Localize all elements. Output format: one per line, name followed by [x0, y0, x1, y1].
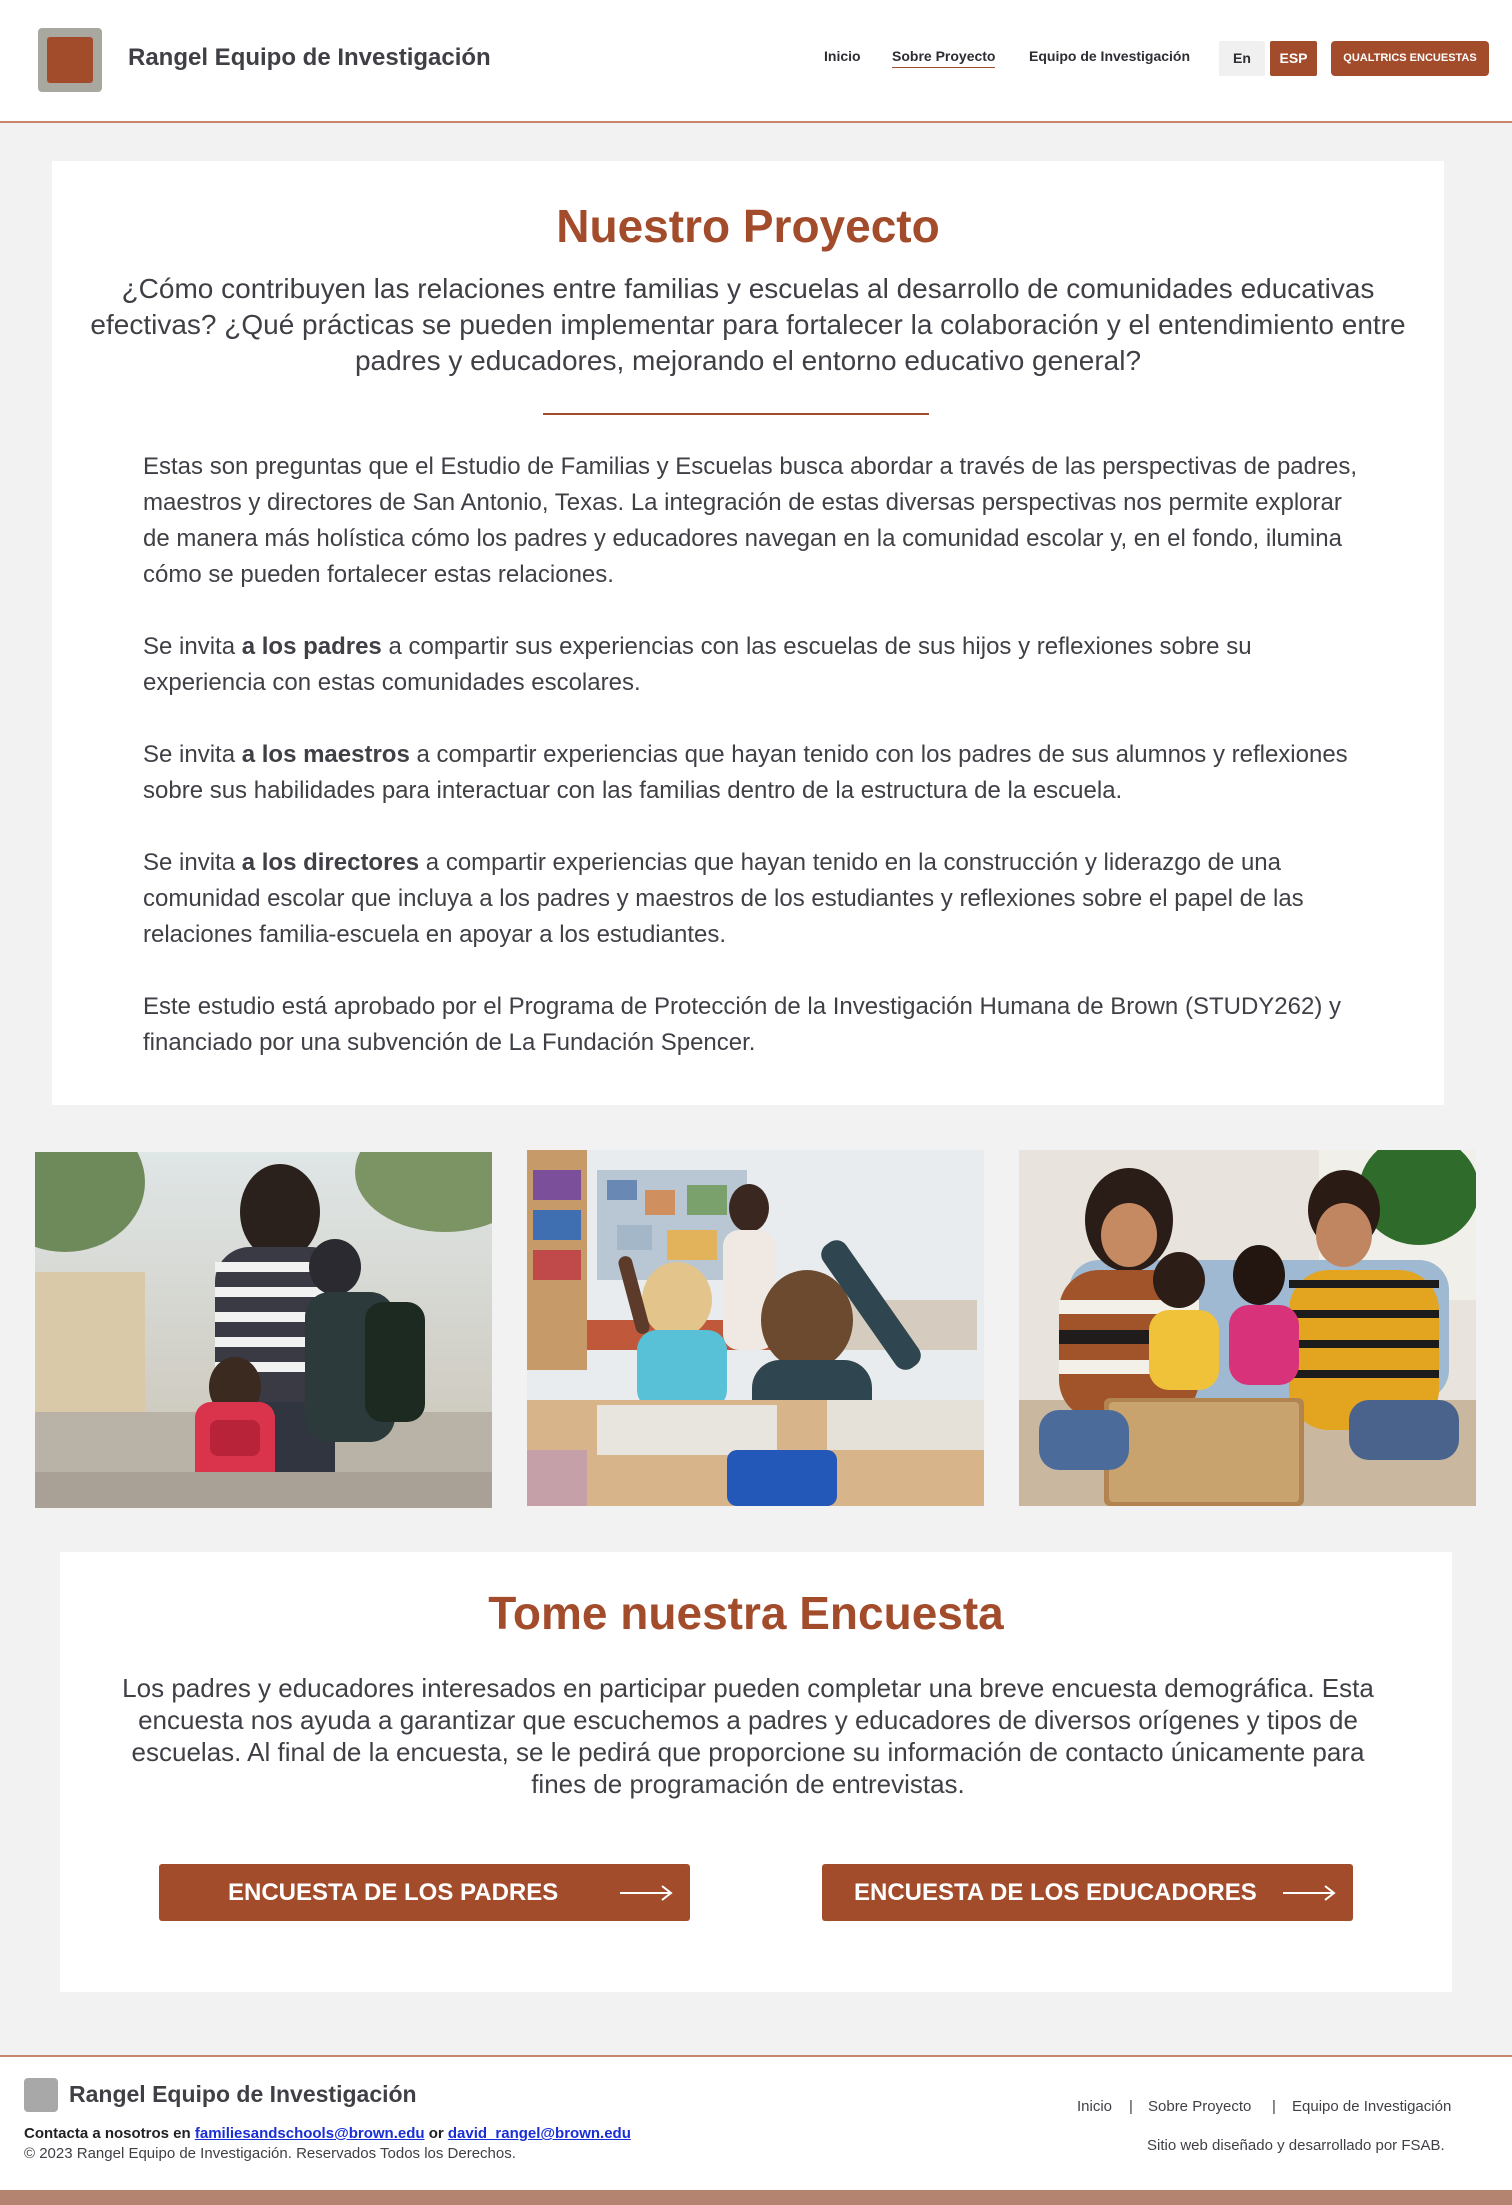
- teachers-bold: a los maestros: [241, 741, 410, 768]
- contact-prefix: Contacta a nosotros en: [24, 2125, 195, 2142]
- educators-survey-button[interactable]: ENCUESTA DE LOS EDUCADORES: [822, 1864, 1353, 1921]
- survey-section: Tome nuestra Encuesta Los padres y educa…: [60, 1552, 1452, 1992]
- language-en-button[interactable]: En: [1219, 41, 1265, 76]
- nav-equipo[interactable]: Equipo de Investigación: [1029, 48, 1190, 64]
- footer-contact: Contacta a nosotros en familiesandschool…: [24, 2125, 631, 2142]
- bottom-accent-strip: [0, 2190, 1512, 2205]
- directors-paragraph: Se invita a los directores a compartir e…: [143, 845, 1373, 953]
- footer-separator: |: [1129, 2098, 1133, 2115]
- footer-title: Rangel Equipo de Investigación: [69, 2081, 417, 2107]
- site-logo[interactable]: [38, 28, 102, 92]
- site-header: Rangel Equipo de Investigación Inicio So…: [0, 0, 1512, 123]
- photo-classroom-raised-hands: [527, 1150, 984, 1506]
- long-right-arrow-icon: [1282, 1884, 1336, 1907]
- survey-title: Tome nuestra Encuesta: [488, 1587, 1004, 1639]
- email-link-families[interactable]: familiesandschools@brown.edu: [195, 2125, 425, 2142]
- teachers-prefix: Se invita: [143, 741, 242, 768]
- footer-nav-sobre-proyecto[interactable]: Sobre Proyecto: [1148, 2098, 1251, 2115]
- project-subtitle: ¿Cómo contribuyen las relaciones entre f…: [90, 273, 1406, 376]
- footer-credit: Sitio web diseñado y desarrollado por FS…: [1147, 2137, 1445, 2154]
- site-title[interactable]: Rangel Equipo de Investigación: [128, 44, 491, 72]
- directors-prefix: Se invita: [143, 849, 242, 876]
- photo-family-video-call: [1019, 1150, 1476, 1506]
- parents-survey-label: ENCUESTA DE LOS PADRES: [228, 1879, 559, 1906]
- site-footer: Rangel Equipo de Investigación Contacta …: [0, 2055, 1512, 2192]
- language-esp-button[interactable]: ESP: [1270, 41, 1317, 76]
- section-divider: [543, 413, 929, 415]
- contact-or: or: [424, 2125, 448, 2142]
- parents-bold: a los padres: [241, 633, 382, 660]
- educators-survey-label: ENCUESTA DE LOS EDUCADORES: [854, 1879, 1257, 1906]
- project-section: Nuestro Proyecto ¿Cómo contribuyen las r…: [52, 161, 1444, 1105]
- footer-logo[interactable]: [24, 2078, 58, 2112]
- footer-nav-equipo[interactable]: Equipo de Investigación: [1292, 2098, 1451, 2115]
- footer-copyright: © 2023 Rangel Equipo de Investigación. R…: [24, 2145, 516, 2162]
- parents-survey-button[interactable]: ENCUESTA DE LOS PADRES: [159, 1864, 690, 1921]
- approval-paragraph: Este estudio está aprobado por el Progra…: [143, 993, 1341, 1056]
- directors-bold: a los directores: [241, 849, 420, 876]
- photo-parent-children-walking: [35, 1152, 492, 1508]
- project-title: Nuestro Proyecto: [556, 200, 940, 252]
- project-intro-paragraph: Estas son preguntas que el Estudio de Fa…: [143, 453, 1358, 588]
- long-right-arrow-icon: [619, 1884, 673, 1907]
- teachers-paragraph: Se invita a los maestros a compartir exp…: [143, 737, 1373, 809]
- footer-nav-inicio[interactable]: Inicio: [1077, 2098, 1112, 2115]
- project-body: Estas son preguntas que el Estudio de Fa…: [143, 449, 1373, 1097]
- logo-mark: [47, 37, 93, 83]
- nav-sobre-proyecto[interactable]: Sobre Proyecto: [892, 48, 996, 68]
- parents-prefix: Se invita: [143, 633, 242, 660]
- survey-description: Los padres y educadores interesados en p…: [122, 1673, 1374, 1799]
- email-link-david[interactable]: david_rangel@brown.edu: [448, 2125, 631, 2142]
- parents-paragraph: Se invita a los padres a compartir sus e…: [143, 629, 1373, 701]
- footer-separator: |: [1272, 2098, 1276, 2115]
- qualtrics-surveys-button[interactable]: QUALTRICS ENCUESTAS: [1331, 41, 1489, 76]
- nav-inicio[interactable]: Inicio: [824, 48, 861, 64]
